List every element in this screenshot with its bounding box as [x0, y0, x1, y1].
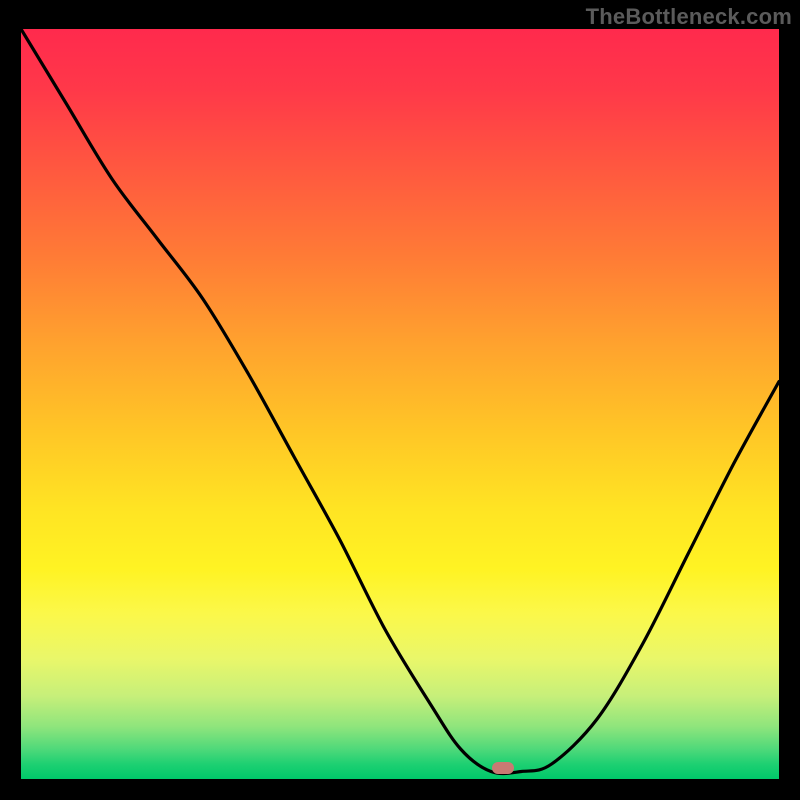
- bottleneck-curve: [21, 29, 779, 779]
- watermark-text: TheBottleneck.com: [586, 4, 792, 30]
- minimum-marker: [492, 762, 514, 774]
- plot-area: [21, 29, 779, 779]
- chart-frame: TheBottleneck.com: [0, 0, 800, 800]
